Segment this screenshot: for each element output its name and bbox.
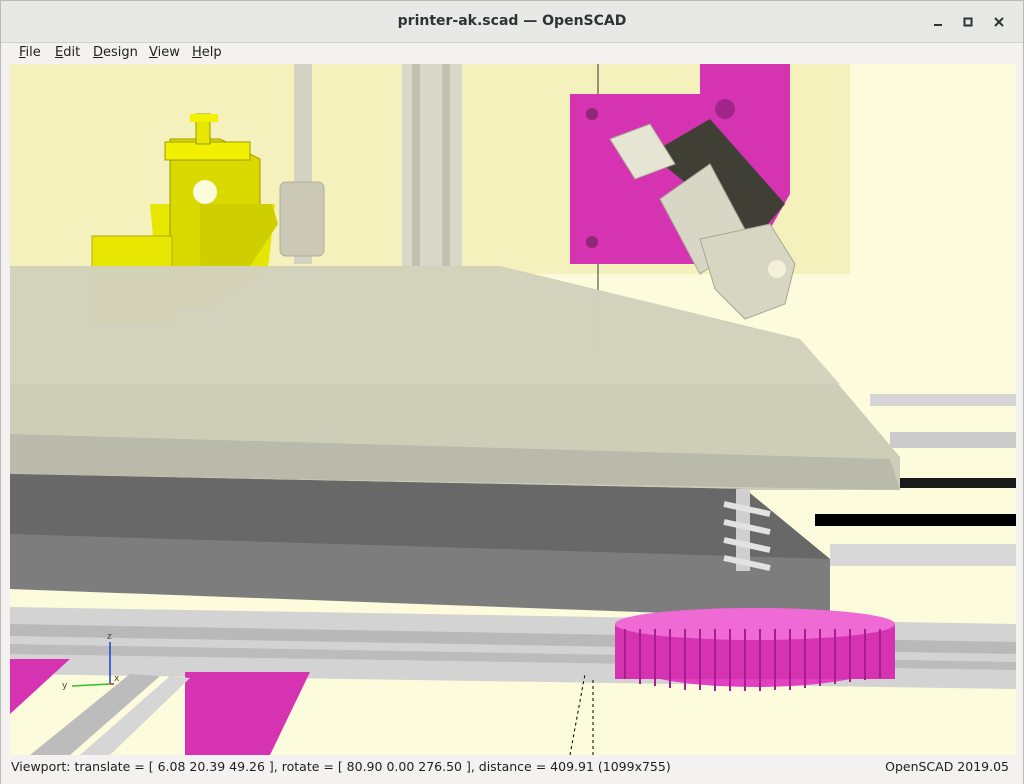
menu-view[interactable]: View — [149, 45, 180, 60]
menu-edit[interactable]: Edit — [55, 45, 80, 60]
z-axis-label: z — [107, 632, 112, 642]
3d-viewport[interactable]: z y x — [10, 64, 1016, 755]
menu-bar: File Edit Design View Help — [1, 43, 1023, 64]
version-label: OpenSCAD 2019.05 — [885, 759, 1009, 774]
menu-design[interactable]: Design — [93, 45, 138, 60]
3d-scene: z y x — [10, 64, 1016, 755]
maximize-button[interactable] — [956, 10, 980, 34]
minimize-button[interactable] — [926, 10, 950, 34]
x-axis-label: x — [114, 674, 120, 684]
rail-1 — [870, 394, 1016, 406]
linear-bearing — [279, 181, 325, 257]
viewport-status: Viewport: translate = [ 6.08 20.39 49.26… — [11, 759, 671, 774]
vertical-extrusion — [402, 64, 462, 274]
menu-help[interactable]: Help — [192, 45, 222, 60]
status-bar: Viewport: translate = [ 6.08 20.39 49.26… — [1, 755, 1023, 784]
close-button[interactable] — [987, 10, 1011, 34]
magenta-gear — [615, 608, 895, 691]
minimize-icon — [934, 24, 942, 26]
maximize-icon — [963, 17, 973, 27]
window-title: printer-ak.scad — OpenSCAD — [397, 13, 627, 29]
close-icon — [994, 17, 1004, 27]
y-axis-label: y — [62, 681, 68, 691]
menu-file[interactable]: File — [19, 45, 41, 60]
openscad-window: printer-ak.scad — OpenSCAD File Edit Des… — [0, 0, 1024, 784]
title-bar[interactable]: printer-ak.scad — OpenSCAD — [1, 1, 1023, 43]
lower-magenta-part — [10, 659, 70, 714]
